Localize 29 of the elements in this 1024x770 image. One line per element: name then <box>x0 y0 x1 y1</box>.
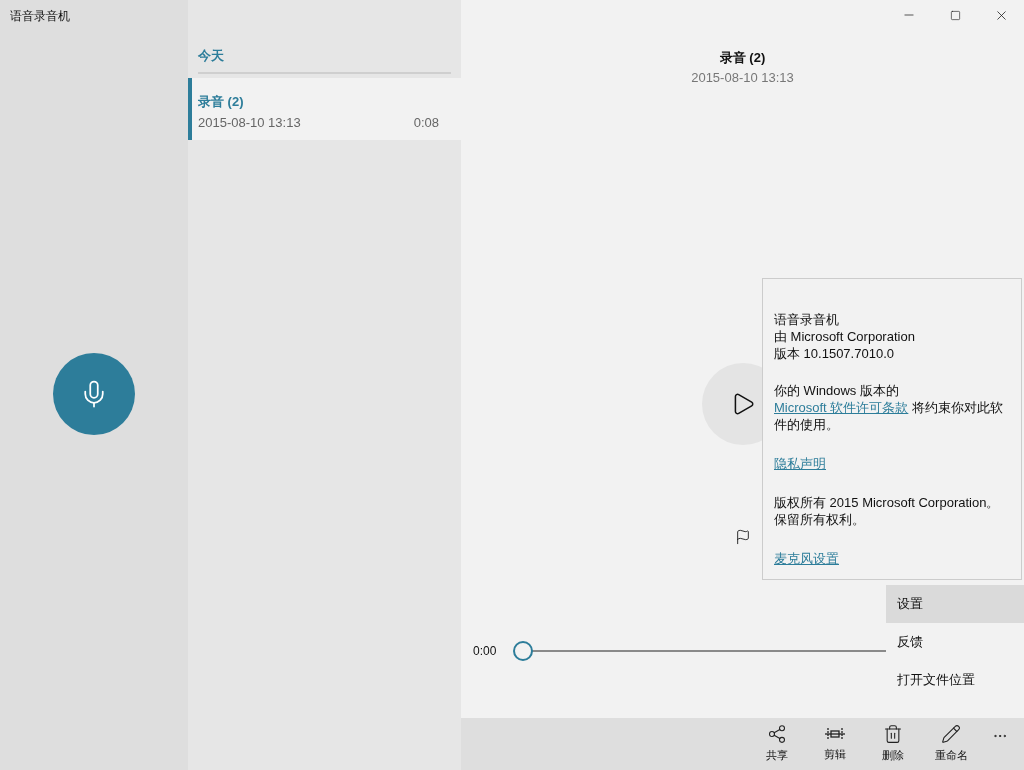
share-icon <box>767 724 787 745</box>
flag-icon <box>734 529 751 545</box>
trash-icon <box>883 724 903 745</box>
microphone-settings-link[interactable]: 麦克风设置 <box>774 550 839 567</box>
elapsed-time: 0:00 <box>473 643 498 660</box>
playback-slider[interactable] <box>513 641 887 661</box>
command-button[interactable]: 重命名 <box>922 718 980 770</box>
group-header: 今天 <box>198 47 225 65</box>
recording-duration: 0:08 <box>413 114 439 132</box>
license-text: 你的 Windows 版本的 Microsoft 软件许可条款 将约束你对此软件的使用。 <box>774 382 1004 433</box>
window-title: 语音录音机 <box>9 8 71 25</box>
app-name: 语音录音机 <box>774 311 840 328</box>
recording-item[interactable]: 录音 (2) 2015-08-10 13:13 0:08 <box>188 77 461 140</box>
privacy-link[interactable]: 隐私声明 <box>774 455 826 472</box>
command-button[interactable]: 删除 <box>864 718 922 770</box>
command-button[interactable]: 剪辑 <box>806 718 864 770</box>
publisher: 由 Microsoft Corporation <box>774 328 916 345</box>
license-link[interactable]: Microsoft 软件许可条款 <box>774 400 909 415</box>
version: 版本 10.1507.7010.0 <box>774 345 895 362</box>
menu-item[interactable]: 设置 <box>886 585 1024 623</box>
copyright-text: 版权所有 2015 Microsoft Corporation。保留所有权利。 <box>774 494 1001 528</box>
command-button[interactable]: 共享 <box>748 718 806 770</box>
pencil-icon <box>941 724 961 745</box>
slider-thumb[interactable] <box>513 641 533 661</box>
recording-date: 2015-08-10 13:13 <box>198 114 301 132</box>
recording-name: 录音 (2) <box>198 92 245 111</box>
recording-title: 录音 (2) <box>719 49 766 67</box>
maximize-icon <box>949 9 961 21</box>
recording-date: 2015-08-10 13:13 <box>691 68 794 87</box>
